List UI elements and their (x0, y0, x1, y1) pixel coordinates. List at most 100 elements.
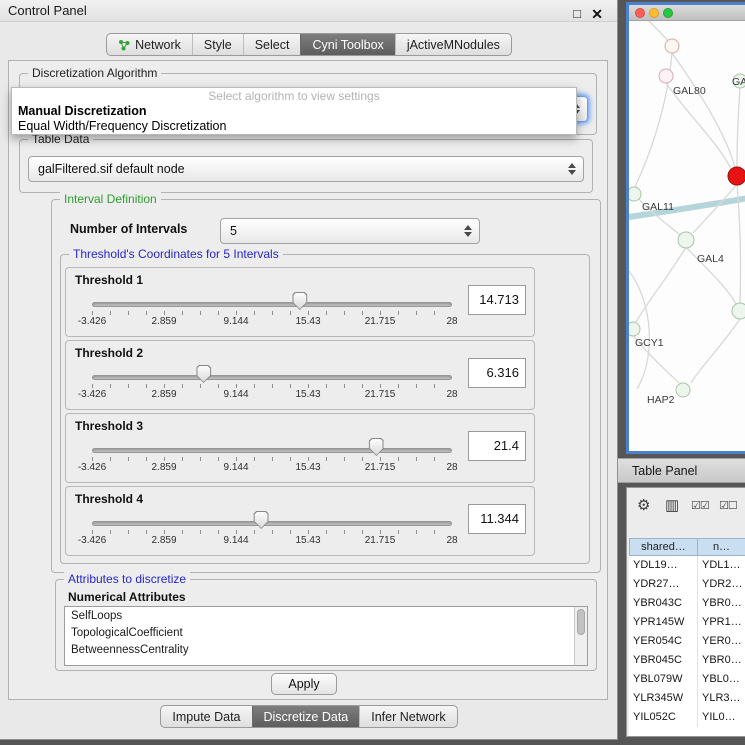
dropdown-option-manual[interactable]: Manual Discretization (12, 103, 576, 118)
number-of-intervals-label: Number of Intervals (70, 222, 187, 236)
tab-infer-network[interactable]: Infer Network (359, 706, 456, 727)
tick-label: 15.43 (295, 535, 320, 546)
tab-jactivemnodules[interactable]: jActiveMNodules (395, 34, 511, 55)
tick-label: 9.144 (223, 316, 248, 327)
gear-icon[interactable]: ⚙ (637, 496, 650, 514)
threshold-1-value-field[interactable]: 14.713 (468, 285, 526, 315)
cell[interactable]: YER0… (698, 632, 745, 651)
tick-label: -3.426 (78, 535, 106, 546)
close-icon[interactable]: ✕ (591, 3, 603, 25)
threshold-panel-3: Threshold 3 -3.426 2.859 9.144 15.43 21.… (65, 413, 535, 483)
tab-style[interactable]: Style (192, 34, 243, 55)
tab-network[interactable]: Network (107, 34, 192, 55)
close-traffic-light-icon[interactable] (635, 8, 645, 18)
list-item[interactable]: BetweennessCentrality (65, 641, 587, 658)
cell[interactable]: YLR345W (629, 689, 698, 708)
threshold-panel-4: Threshold 4 -3.426 2.859 9.144 15.43 21.… (65, 486, 535, 556)
bottom-tabbar: Impute Data Discretize Data Infer Networ… (0, 705, 618, 728)
cell[interactable]: YDR2… (698, 575, 745, 594)
spinner-arrows-icon (464, 225, 472, 237)
cell[interactable]: YBR0… (698, 594, 745, 613)
cell[interactable]: YLR3… (698, 689, 745, 708)
table-toolbar: ⚙ ▥ ☑☑ ☑☐ (627, 494, 745, 520)
threshold-1-slider-thumb[interactable] (292, 292, 307, 310)
number-of-intervals-combo[interactable]: 5 (220, 218, 480, 244)
threshold-panel-2: Threshold 2 -3.426 2.859 9.144 15.43 21.… (65, 340, 535, 410)
threshold-2-slider-thumb[interactable] (196, 365, 211, 383)
network-node[interactable] (678, 232, 694, 248)
threshold-4-slider-thumb[interactable] (254, 511, 269, 529)
cell[interactable]: YBL079W (629, 670, 698, 689)
column-header-shared[interactable]: shared… (629, 538, 698, 556)
tick-label: 9.144 (223, 389, 248, 400)
network-node[interactable] (732, 303, 745, 319)
select-all-icon[interactable]: ☑☑ (691, 499, 709, 512)
float-window-icon[interactable]: □ (573, 3, 581, 25)
tab-select[interactable]: Select (243, 34, 301, 55)
cell[interactable]: YBR043C (629, 594, 698, 613)
tick-label: -3.426 (78, 389, 106, 400)
bottom-tabs: Impute Data Discretize Data Infer Networ… (160, 705, 457, 728)
table-row[interactable]: YBR043C YBR0… (629, 594, 745, 613)
interval-definition-title: Interval Definition (60, 192, 161, 206)
tab-impute-data[interactable]: Impute Data (161, 706, 251, 727)
apply-button[interactable]: Apply (271, 673, 337, 695)
threshold-3-value-field[interactable]: 21.4 (468, 431, 526, 461)
network-node[interactable] (659, 69, 673, 83)
cell[interactable]: YBR0… (698, 651, 745, 670)
threshold-4-value-field[interactable]: 11.344 (468, 504, 526, 534)
minimize-traffic-light-icon[interactable] (649, 8, 659, 18)
tab-jactivemnodules-label: jActiveMNodules (407, 38, 500, 52)
cell[interactable]: YDR27… (629, 575, 698, 594)
network-node[interactable] (629, 187, 641, 201)
cell[interactable]: YIL052C (629, 708, 698, 727)
threshold-1-slider-track[interactable] (92, 302, 452, 307)
table-row[interactable]: YLR345W YLR3… (629, 689, 745, 708)
select-none-icon[interactable]: ☑☐ (719, 499, 737, 512)
node-label: GAL11 (642, 201, 674, 213)
network-node[interactable] (665, 39, 679, 53)
list-item[interactable]: SelfLoops (65, 607, 587, 624)
cell[interactable]: YDL1… (698, 556, 745, 575)
table-row[interactable]: YDR27… YDR2… (629, 575, 745, 594)
tick-label: 28 (446, 462, 457, 473)
table-row[interactable]: YBL079W YBL0… (629, 670, 745, 689)
dropdown-option-equal-width[interactable]: Equal Width/Frequency Discretization (12, 118, 576, 133)
list-item[interactable]: TopologicalCoefficient (65, 624, 587, 641)
list-scrollbar[interactable] (574, 607, 587, 665)
network-node[interactable] (629, 322, 640, 336)
threshold-3-slider-track[interactable] (92, 448, 452, 453)
cell[interactable]: YIL0… (698, 708, 745, 727)
tick-label: 2.859 (151, 316, 176, 327)
cell[interactable]: YER054C (629, 632, 698, 651)
table-row[interactable]: YPR145W YPR1… (629, 613, 745, 632)
zoom-traffic-light-icon[interactable] (663, 8, 673, 18)
tab-cyni-toolbox[interactable]: Cyni Toolbox (300, 34, 394, 55)
tick-label: 21.715 (365, 462, 396, 473)
table-data-combo[interactable]: galFiltered.sif default node (28, 156, 584, 182)
cell[interactable]: YBR045C (629, 651, 698, 670)
table-row[interactable]: YDL19… YDL1… (629, 556, 745, 575)
scrollbar-thumb[interactable] (577, 609, 585, 635)
network-canvas[interactable]: GAL80 GA GAL11 GAL4 GCY1 HAP2 (629, 21, 745, 450)
threshold-2-value-field[interactable]: 6.316 (468, 358, 526, 388)
tick-label: 15.43 (295, 389, 320, 400)
table-rows: YDL19… YDL1… YDR27… YDR2… YBR043C YBR0… … (629, 556, 745, 736)
threshold-4-slider-track[interactable] (92, 521, 452, 526)
attributes-group: Attributes to discretize Numerical Attri… (55, 579, 597, 671)
table-row[interactable]: YER054C YER0… (629, 632, 745, 651)
table-row[interactable]: YIL052C YIL0… (629, 708, 745, 727)
table-row[interactable]: YBR045C YBR0… (629, 651, 745, 670)
network-graph: GAL80 GA GAL11 GAL4 GCY1 HAP2 (629, 21, 745, 450)
network-node[interactable] (676, 383, 690, 397)
column-header-n[interactable]: n… (698, 538, 745, 556)
cell[interactable]: YDL19… (629, 556, 698, 575)
cell[interactable]: YBL0… (698, 670, 745, 689)
threshold-2-slider-track[interactable] (92, 375, 452, 380)
columns-icon[interactable]: ▥ (665, 496, 679, 514)
cell[interactable]: YPR1… (698, 613, 745, 632)
network-node-selected[interactable] (728, 167, 745, 185)
cell[interactable]: YPR145W (629, 613, 698, 632)
threshold-3-slider-thumb[interactable] (369, 438, 384, 456)
tab-discretize-data[interactable]: Discretize Data (252, 706, 360, 727)
